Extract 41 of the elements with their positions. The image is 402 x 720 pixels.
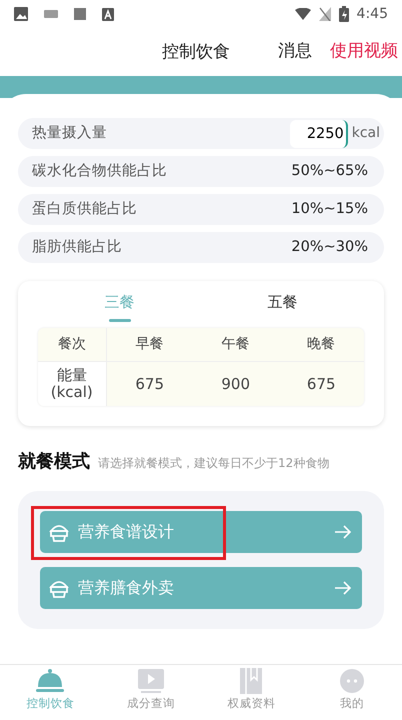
- cloche-icon: [34, 667, 66, 695]
- unit-label: kcal: [352, 124, 380, 143]
- meal-tab[interactable]: 三餐: [98, 287, 140, 322]
- row-header: 能量 (kcal): [38, 362, 106, 406]
- meal-tab[interactable]: 五餐: [262, 287, 304, 322]
- nav-tab[interactable]: 我的: [302, 665, 402, 720]
- target-label: 蛋白质供能占比: [32, 200, 137, 219]
- column-header: 早餐: [106, 328, 193, 362]
- keyboard-icon: [44, 9, 58, 19]
- page-title: 控制饮食: [162, 41, 230, 64]
- nav-tab[interactable]: 权威资料: [201, 665, 302, 720]
- table-cell: 675: [278, 362, 364, 406]
- nav-tab[interactable]: 控制饮食: [0, 665, 100, 720]
- status-time: 4:45: [356, 4, 388, 24]
- video-guide-link[interactable]: 使用视频: [330, 39, 398, 64]
- sim-icon: [74, 8, 86, 20]
- calorie-input[interactable]: 2250: [290, 120, 348, 148]
- image-icon: [14, 7, 28, 21]
- nav-tab[interactable]: 成分查询: [100, 665, 201, 720]
- messages-link[interactable]: 消息: [278, 39, 312, 64]
- option-button[interactable]: 营养膳食外卖: [40, 566, 362, 608]
- option-button[interactable]: 营养食谱设计: [40, 510, 362, 552]
- table-cell: 900: [192, 362, 278, 406]
- section-hint: 请选择就餐模式，建议每日不少于12种食物: [98, 454, 330, 472]
- font-icon: [102, 8, 114, 20]
- target-label: 脂肪供能占比: [32, 238, 122, 257]
- arrow-icon: [334, 524, 352, 538]
- column-header: 餐次: [38, 328, 106, 362]
- section-title: 就餐模式: [18, 450, 90, 474]
- table-cell: 675: [106, 362, 193, 406]
- target-value: 20%~30%: [291, 238, 368, 257]
- no-signal-icon: [318, 7, 331, 21]
- target-value: 50%~65%: [291, 162, 368, 181]
- wifi-icon: [294, 8, 311, 20]
- arrow-icon: [334, 580, 352, 594]
- column-header: 晚餐: [278, 328, 364, 362]
- column-header: 午餐: [192, 328, 278, 362]
- battery-icon: [338, 6, 349, 22]
- target-label: 热量摄入量: [32, 124, 107, 143]
- target-label: 碳水化合物供能占比: [32, 162, 167, 181]
- target-value: 10%~15%: [291, 200, 368, 219]
